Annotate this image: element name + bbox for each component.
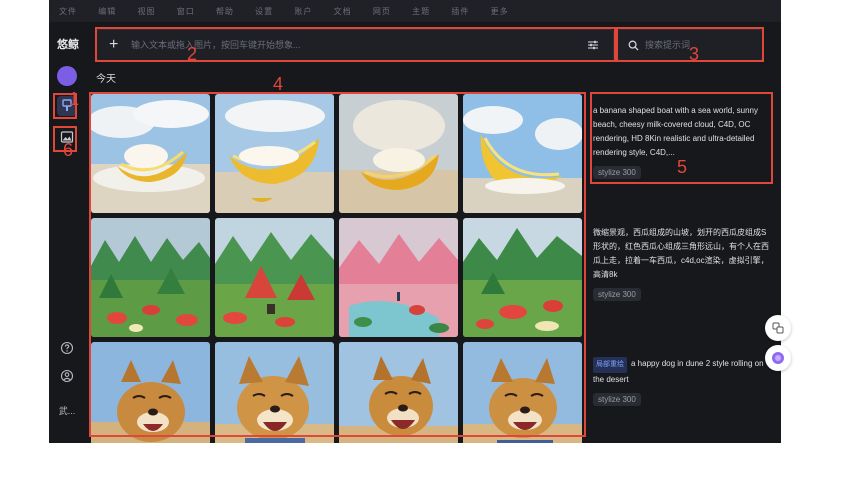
top-strip-item[interactable]: 设置 [255,7,273,16]
app-window: 文件 编辑 视图 窗口 帮助 设置 账户 文档 网页 主题 插件 更多 悠鲸 武… [49,0,781,443]
top-strip-item[interactable]: 编辑 [98,7,116,16]
translate-icon [772,322,784,334]
result-image-banana-3[interactable] [339,94,458,213]
assistant-float-button[interactable] [765,345,791,371]
prompt-input[interactable] [131,40,581,50]
result-image-banana-4[interactable] [463,94,582,213]
result-image-watermelon-3[interactable] [339,218,458,337]
result-image-watermelon-2[interactable] [215,218,334,337]
section-title: 今天 [96,74,116,85]
result-image-watermelon-1[interactable] [91,218,210,337]
search-icon [628,40,639,51]
profile-button[interactable] [57,366,77,386]
stylize-tag: stylize 300 [593,393,641,406]
top-strip-item[interactable]: 更多 [491,7,509,16]
annotation-label-1: 1 [69,89,80,109]
user-name[interactable]: 武... [55,400,79,420]
help-button[interactable] [57,338,77,358]
prompt-settings-button[interactable] [581,39,605,51]
top-strip: 文件 编辑 视图 窗口 帮助 设置 账户 文档 网页 主题 插件 更多 [49,0,781,22]
result-image-banana-2[interactable] [215,94,334,213]
prompt-text: 微缩景观，西瓜组成的山坡，划开的西瓜皮组成S形状的，红色西瓜心组成三角形远山，有… [593,228,769,279]
annotation-label-6: 6 [63,140,74,160]
search-input[interactable] [645,40,762,50]
result-image-banana-1[interactable] [91,94,210,213]
prompt-bar: + [96,29,614,61]
top-strip-item[interactable]: 窗口 [177,7,195,16]
stylize-tag: stylize 300 [593,288,641,301]
help-icon [60,341,74,355]
top-strip-item[interactable]: 帮助 [216,7,234,16]
prompt-text: a banana shaped boat with a sea world, s… [593,106,759,157]
top-strip-item[interactable]: 文件 [59,7,77,16]
avatar[interactable] [57,66,77,86]
annotation-label-2: 2 [187,44,198,64]
plus-icon[interactable]: + [109,36,123,54]
annotation-label-4: 4 [273,74,284,94]
result-image-watermelon-4[interactable] [463,218,582,337]
result-image-dog-4[interactable] [463,342,582,443]
top-strip-item[interactable]: 网页 [373,7,391,16]
user-icon [60,369,74,383]
prompt-card-dog[interactable]: 局部重绘 a happy dog in dune 2 style rolling … [593,357,773,407]
annotation-label-5: 5 [677,157,688,177]
translate-float-button[interactable] [765,315,791,341]
image-grid [91,94,585,443]
app-logo: 悠鲸 [57,39,79,51]
inpaint-badge: 局部重绘 [593,357,627,373]
prompt-text: 局部重绘 a happy dog in dune 2 style rolling … [593,357,773,387]
top-strip-item[interactable]: 文档 [334,7,352,16]
top-strip-item[interactable]: 插件 [451,7,469,16]
assistant-icon [772,352,784,364]
sliders-icon [588,40,598,50]
result-image-dog-2[interactable] [215,342,334,443]
result-image-dog-3[interactable] [339,342,458,443]
annotation-label-3: 3 [689,44,700,64]
top-strip-item[interactable]: 视图 [137,7,155,16]
prompt-card-watermelon[interactable]: 微缩景观，西瓜组成的山坡，划开的西瓜皮组成S形状的，红色西瓜心组成三角形远山，有… [593,226,773,302]
top-strip-item[interactable]: 主题 [412,7,430,16]
result-image-dog-1[interactable] [91,342,210,443]
sidebar: 悠鲸 武... [49,22,85,443]
top-strip-item[interactable]: 账户 [294,7,312,16]
stylize-tag: stylize 300 [593,166,641,179]
